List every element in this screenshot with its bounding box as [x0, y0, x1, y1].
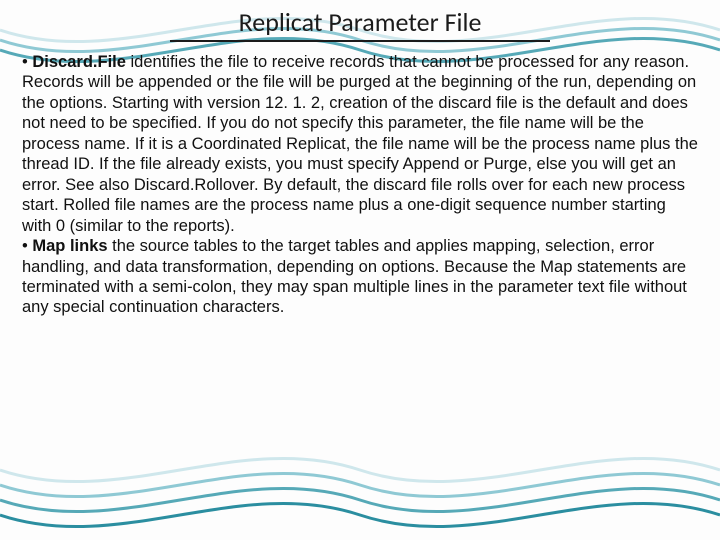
slide-body: • Discard.File identifies the file to re…: [0, 42, 720, 318]
bullet-text: the source tables to the target tables a…: [22, 237, 687, 316]
bullet-item: • Discard.File identifies the file to re…: [22, 52, 698, 236]
bullet-lead: Discard.File: [32, 53, 126, 71]
decorative-wave-bottom: [0, 430, 720, 540]
slide-title: Replicat Parameter File: [0, 0, 720, 42]
bullet-lead: Map links: [32, 237, 107, 255]
bullet-item: • Map links the source tables to the tar…: [22, 236, 698, 318]
slide: Replicat Parameter File • Discard.File i…: [0, 0, 720, 540]
slide-title-text: Replicat Parameter File: [239, 6, 482, 38]
bullet-text: identifies the file to receive records t…: [22, 53, 698, 235]
